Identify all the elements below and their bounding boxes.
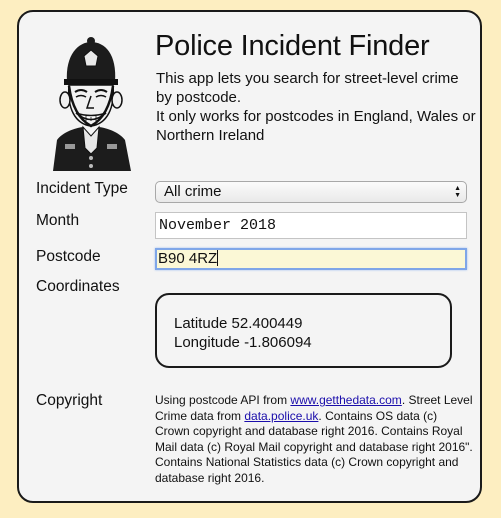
latitude-text: Latitude 52.400449 (174, 315, 303, 332)
coordinates-panel: Latitude 52.400449 Longitude -1.806094 (155, 293, 452, 368)
police-data-link[interactable]: data.police.uk (244, 409, 318, 423)
app-description: This app lets you search for street-leve… (156, 69, 476, 145)
text-caret (217, 250, 219, 266)
copyright-text-part1: Using postcode API from (155, 393, 291, 407)
description-line-1: This app lets you search for street-leve… (156, 70, 459, 106)
getthedata-link[interactable]: www.getthedata.com (290, 393, 401, 407)
postcode-label: Postcode (36, 248, 101, 265)
month-label: Month (36, 212, 80, 229)
incident-type-value: All crime (164, 183, 222, 200)
postcode-input[interactable]: B90 4RZ (155, 248, 467, 270)
postcode-value: B90 4RZ (158, 250, 218, 267)
copyright-label: Copyright (36, 392, 103, 409)
coordinates-label: Coordinates (36, 278, 120, 295)
incident-type-label: Incident Type (36, 180, 128, 197)
longitude-text: Longitude -1.806094 (174, 334, 312, 351)
updown-chevron-icon: ▲ ▼ (454, 185, 461, 199)
description-line-2: It only works for postcodes in England, … (156, 108, 476, 144)
incident-type-select[interactable]: All crime ▲ ▼ (155, 181, 467, 203)
app-title: Police Incident Finder (155, 30, 430, 62)
app-card: Police Incident Finder This app lets you… (17, 10, 482, 503)
copyright-text: Using postcode API from www.getthedata.c… (155, 393, 473, 487)
police-officer-logo (53, 37, 131, 171)
month-input[interactable]: November 2018 (155, 212, 467, 239)
